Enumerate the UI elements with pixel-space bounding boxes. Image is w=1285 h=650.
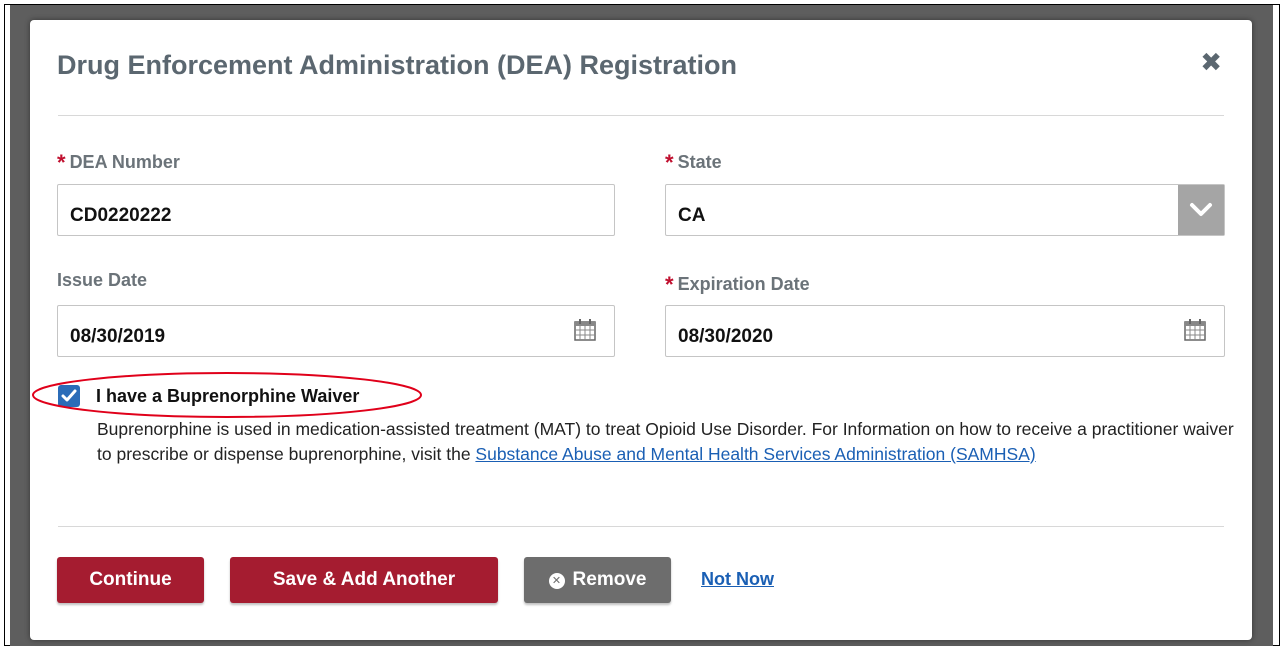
state-select[interactable]: CA [665, 184, 1225, 236]
divider [58, 115, 1224, 116]
expiration-date-input[interactable]: 08/30/2020 [665, 305, 1225, 357]
dea-number-input[interactable]: CD0220222 [57, 184, 615, 236]
required-marker: * [665, 150, 674, 175]
required-marker: * [57, 150, 66, 175]
issue-date-input[interactable]: 08/30/2019 [57, 305, 615, 357]
samhsa-link[interactable]: Substance Abuse and Mental Health Servic… [475, 444, 1035, 464]
chevron-down-icon[interactable] [1178, 185, 1224, 235]
state-label: * State [665, 150, 722, 175]
dea-number-label: * DEA Number [57, 150, 180, 175]
save-add-another-button[interactable]: Save & Add Another [230, 557, 498, 603]
dea-registration-dialog: Drug Enforcement Administration (DEA) Re… [30, 20, 1252, 640]
not-now-link[interactable]: Not Now [701, 569, 774, 590]
expiration-date-label: * Expiration Date [665, 272, 810, 297]
required-marker: * [665, 272, 674, 297]
remove-button[interactable]: ✕ Remove [524, 557, 671, 603]
annotation-ellipse [32, 372, 422, 418]
close-icon[interactable]: ✖ [1200, 49, 1222, 75]
waiver-description: Buprenorphine is used in medication-assi… [97, 419, 1234, 464]
remove-icon: ✕ [548, 573, 565, 589]
calendar-icon[interactable] [1184, 319, 1206, 341]
divider [58, 526, 1224, 527]
continue-button[interactable]: Continue [57, 557, 204, 603]
calendar-icon[interactable] [574, 319, 596, 341]
issue-date-label: Issue Date [57, 270, 148, 290]
dialog-title: Drug Enforcement Administration (DEA) Re… [57, 50, 738, 80]
